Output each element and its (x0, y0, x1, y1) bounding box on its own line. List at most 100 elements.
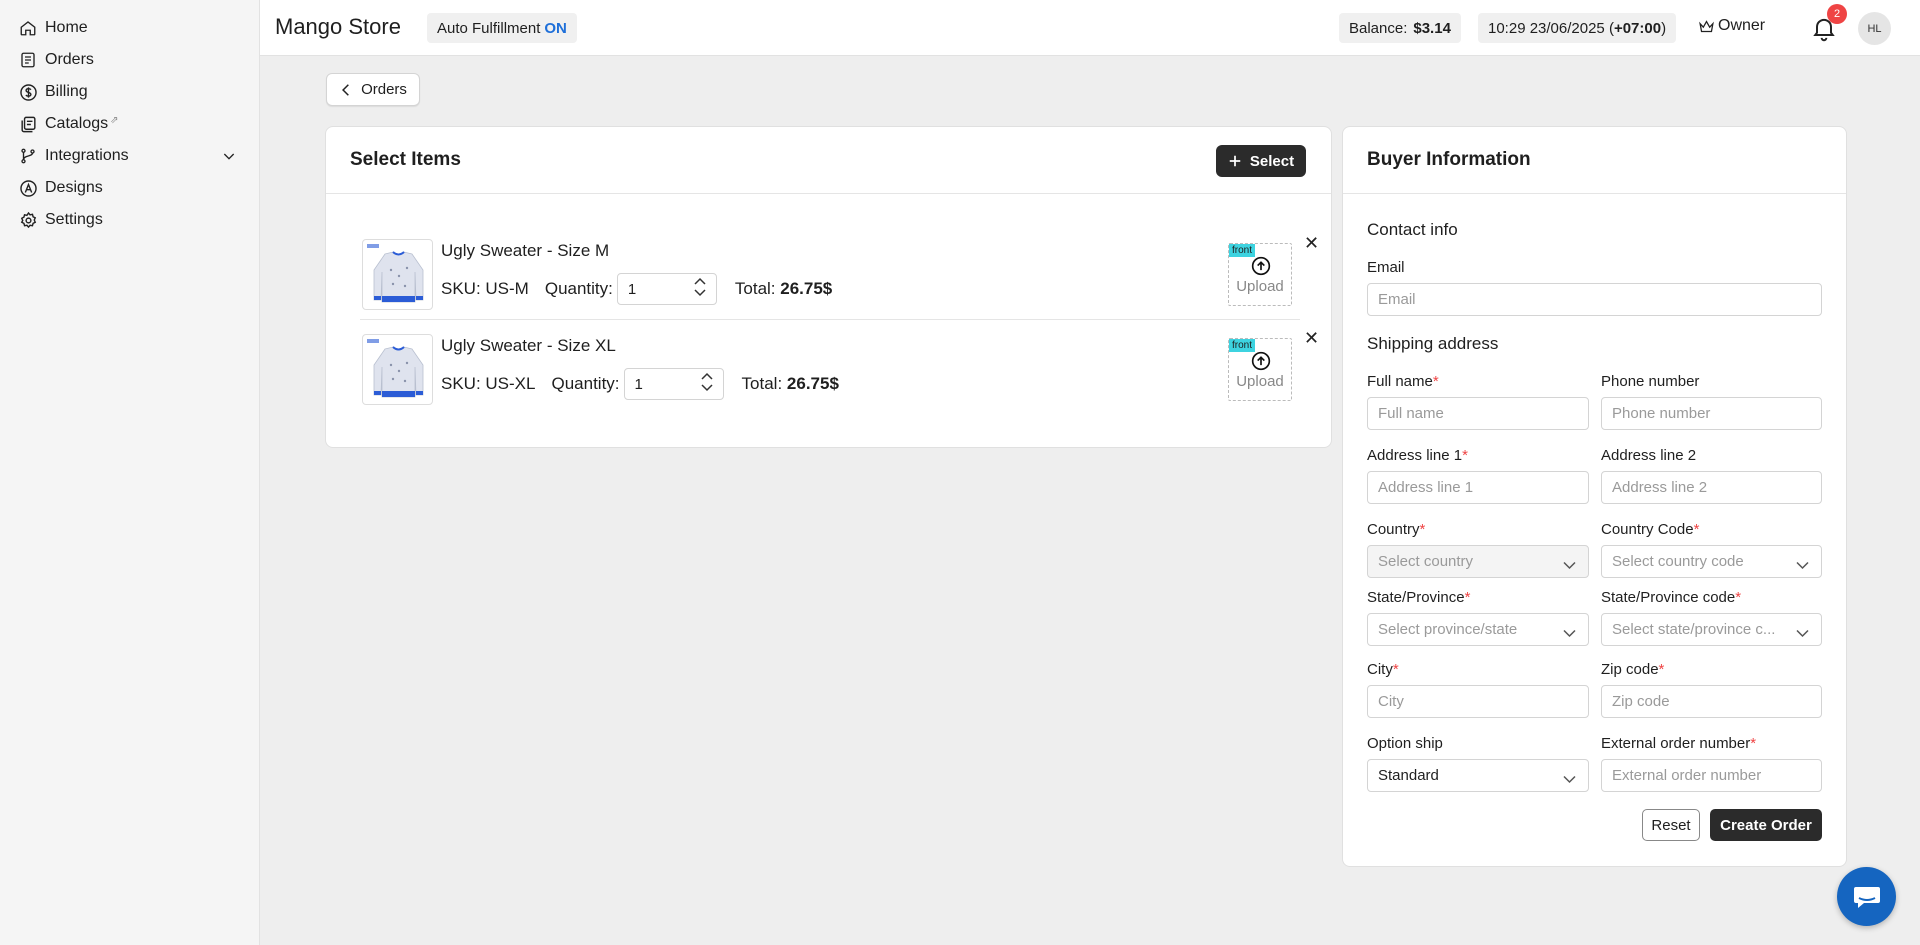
remove-item-icon[interactable]: ✕ (1304, 233, 1319, 254)
zip-field[interactable]: Zip code (1601, 685, 1822, 718)
chevron-down-icon[interactable] (221, 148, 237, 169)
home-icon (18, 18, 38, 38)
address2-label: Address line 2 (1601, 447, 1697, 464)
product-sku: SKU: US-M (441, 279, 529, 298)
orders-icon (18, 50, 38, 70)
chevron-left-icon (339, 82, 353, 98)
quantity-label: Quantity: (551, 374, 620, 393)
card-divider (1343, 193, 1846, 194)
stepper-arrows[interactable] (701, 372, 713, 392)
country-select[interactable]: Select country (1367, 545, 1589, 578)
address2-field[interactable]: Address line 2 (1601, 471, 1822, 504)
top-header: Mango Store Auto Fulfillment ON Balance:… (260, 0, 1920, 56)
auto-fulfillment-toggle[interactable]: Auto Fulfillment ON (427, 13, 577, 43)
list-item: Ugly Sweater - Size M SKU: US-M Quantity… (362, 233, 1319, 319)
state-label: State/Province* (1367, 589, 1471, 606)
sidebar-item-label: Billing (45, 83, 88, 100)
email-label: Email (1367, 259, 1405, 276)
upload-dropzone[interactable]: front Upload (1228, 243, 1292, 306)
sidebar: Home Orders Billing Catalogs ⇗ Integrati… (0, 0, 260, 945)
external-order-label: External order number* (1601, 735, 1757, 752)
back-to-orders-button[interactable]: Orders (326, 73, 420, 106)
upload-label: Upload (1236, 278, 1284, 295)
balance-display: Balance: $3.14 (1339, 13, 1461, 43)
sidebar-item-catalogs[interactable]: Catalogs ⇗ (0, 108, 259, 140)
country-code-select[interactable]: Select country code (1601, 545, 1822, 578)
select-button[interactable]: Select (1216, 145, 1306, 177)
address1-label: Address line 1* (1367, 447, 1468, 464)
option-ship-select[interactable]: Standard (1367, 759, 1589, 792)
create-order-button[interactable]: Create Order (1710, 809, 1822, 841)
email-field[interactable]: Email (1367, 283, 1822, 316)
datetime-display: 10:29 23/06/2025 (+07:00) (1478, 13, 1677, 43)
gear-icon (18, 210, 38, 230)
card-divider (326, 193, 1331, 194)
state-select[interactable]: Select province/state (1367, 613, 1589, 646)
chevron-down-icon (1563, 557, 1576, 574)
select-items-title: Select Items (350, 149, 461, 170)
sidebar-item-designs[interactable]: Designs (0, 172, 259, 204)
phone-label: Phone number (1601, 373, 1700, 390)
buyer-information-title: Buyer Information (1367, 149, 1531, 170)
option-ship-label: Option ship (1367, 735, 1443, 752)
product-sku: SKU: US-XL (441, 374, 536, 393)
address1-field[interactable]: Address line 1 (1367, 471, 1589, 504)
upload-dropzone[interactable]: front Upload (1228, 338, 1292, 401)
chat-icon (1852, 883, 1882, 911)
avatar[interactable]: HL (1858, 12, 1891, 45)
reset-button[interactable]: Reset (1642, 809, 1700, 841)
select-button-label: Select (1249, 152, 1295, 170)
catalog-icon (18, 114, 38, 134)
sidebar-item-orders[interactable]: Orders (0, 44, 259, 76)
state-select-value: Select province/state (1378, 621, 1518, 638)
upload-label: Upload (1236, 373, 1284, 390)
timezone-text: +07:00 (1613, 19, 1662, 37)
zip-label: Zip code* (1601, 661, 1665, 678)
product-meta: SKU: US-M Quantity: 1 Total: 26.75$ (441, 273, 832, 305)
chevron-up-icon (694, 277, 706, 285)
country-label: Country* (1367, 521, 1426, 538)
total-label: Total: (734, 279, 776, 298)
auto-fulfillment-state: ON (544, 19, 567, 37)
notification-badge: 2 (1827, 4, 1847, 24)
quantity-stepper[interactable]: 1 (616, 273, 717, 305)
sidebar-item-label: Integrations (45, 147, 129, 164)
sidebar-item-integrations[interactable]: Integrations (0, 140, 259, 172)
auto-fulfillment-label: Auto Fulfillment (437, 19, 541, 37)
external-order-field[interactable]: External order number (1601, 759, 1822, 792)
sidebar-item-billing[interactable]: Billing (0, 76, 259, 108)
remove-item-icon[interactable]: ✕ (1304, 328, 1319, 349)
sidebar-item-label: Settings (45, 211, 103, 228)
country-code-select-value: Select country code (1612, 553, 1744, 570)
role-label: Owner (1718, 17, 1766, 34)
city-field[interactable]: City (1367, 685, 1589, 718)
plus-icon (1228, 154, 1242, 168)
full-name-field[interactable]: Full name (1367, 397, 1589, 430)
chat-support-button[interactable] (1837, 867, 1896, 926)
state-code-label: State/Province code* (1601, 589, 1742, 606)
sidebar-item-label: Catalogs (45, 115, 109, 132)
store-name: Mango Store (275, 14, 401, 39)
phone-field[interactable]: Phone number (1601, 397, 1822, 430)
chevron-up-icon (701, 372, 713, 380)
product-thumbnail (362, 334, 433, 405)
chevron-down-icon (1796, 625, 1809, 642)
stepper-arrows[interactable] (694, 277, 706, 297)
chevron-down-icon (701, 384, 713, 392)
product-meta: SKU: US-XL Quantity: 1 Total: 26.75$ (441, 368, 839, 400)
sidebar-item-settings[interactable]: Settings (0, 204, 259, 236)
list-item: Ugly Sweater - Size XL SKU: US-XL Quanti… (362, 328, 1319, 414)
row-divider (360, 319, 1300, 320)
shipping-address-heading: Shipping address (1367, 334, 1499, 353)
quantity-stepper[interactable]: 1 (623, 368, 724, 400)
full-name-label: Full name* (1367, 373, 1439, 390)
product-name: Ugly Sweater - Size M (441, 241, 610, 260)
product-total: Total: 26.75$ (742, 374, 839, 394)
sidebar-item-label: Home (45, 19, 88, 36)
state-code-select[interactable]: Select state/province c... (1601, 613, 1822, 646)
sidebar-item-home[interactable]: Home (0, 12, 259, 44)
dollar-icon (18, 82, 38, 102)
total-value: 26.75$ (786, 374, 839, 393)
role-indicator: Owner (1698, 17, 1765, 35)
datetime-text: 10:29 23/06/2025 ( (1488, 19, 1614, 37)
